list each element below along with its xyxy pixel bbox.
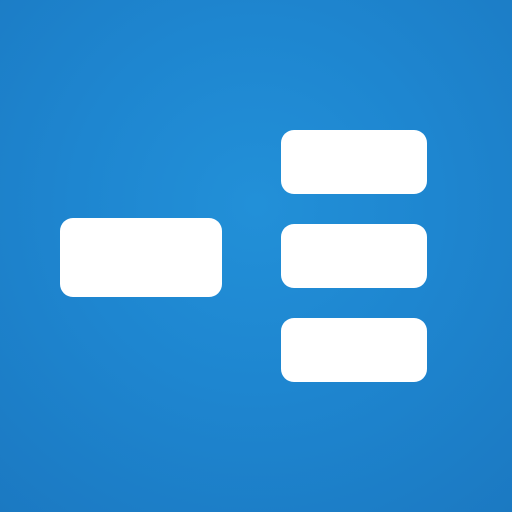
child-node-block-2 — [281, 224, 427, 288]
child-node-block-3 — [281, 318, 427, 382]
child-node-block-1 — [281, 130, 427, 194]
app-icon[interactable] — [0, 0, 512, 512]
root-node-block — [60, 218, 222, 297]
